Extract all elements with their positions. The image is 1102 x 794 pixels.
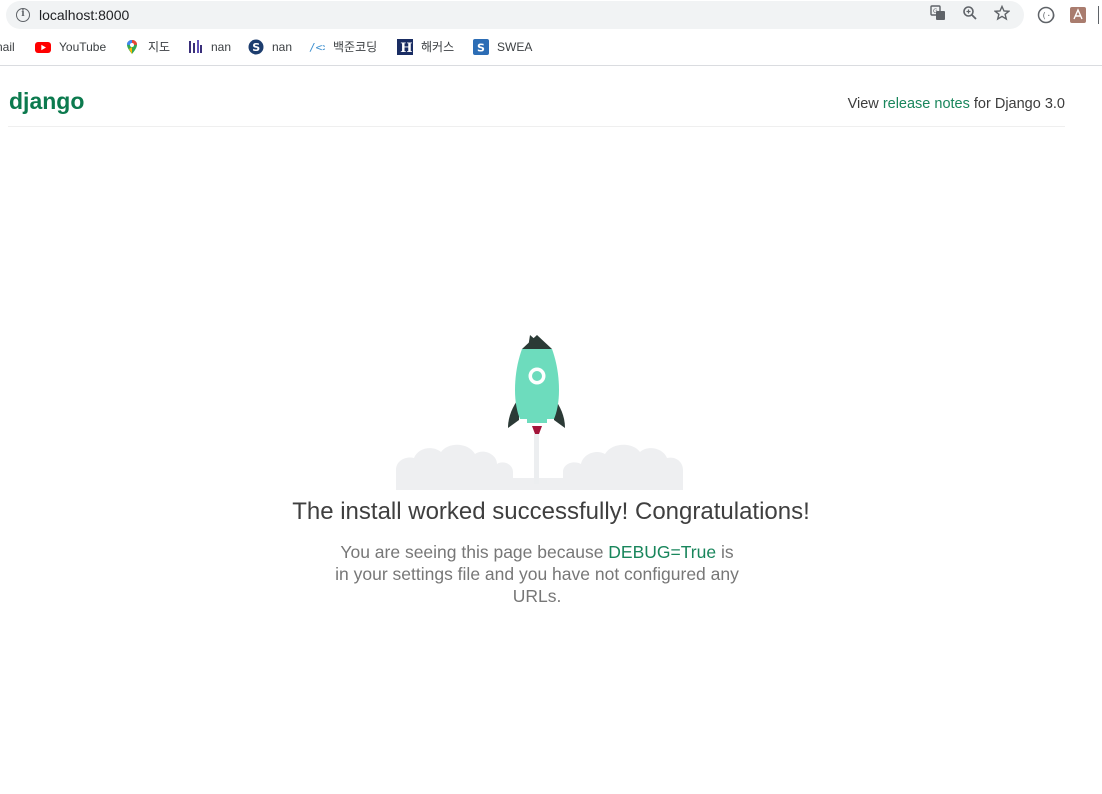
youtube-icon	[35, 39, 51, 55]
h-icon: H	[397, 39, 413, 56]
release-notes-text: View release notes for Django 3.0	[848, 96, 1065, 112]
success-headline: The install worked successfully! Congrat…	[292, 498, 810, 525]
svg-text:H: H	[400, 41, 412, 55]
omnibox-actions: G	[915, 4, 1011, 23]
extension-icon[interactable]: (·)	[1037, 6, 1056, 24]
s-circle-icon: S	[248, 39, 264, 55]
bookmark-item[interactable]: S SWEA	[473, 36, 532, 58]
page-header: django View release notes for Django 3.0	[8, 66, 1065, 127]
s-square-icon: S	[473, 39, 489, 55]
zoom-icon[interactable]	[961, 5, 979, 23]
sub-prefix: You are seeing this page because	[340, 542, 604, 562]
bookmark-item[interactable]: nail	[0, 36, 15, 58]
pdf-extension-icon[interactable]	[1069, 6, 1087, 24]
bookmarks-bar: nail YouTube 지도 nan S nan	[0, 36, 1102, 58]
bookmark-item[interactable]: H 해커스	[397, 36, 454, 58]
release-notes-link[interactable]: release notes	[883, 96, 970, 112]
address-bar[interactable]: i localhost:8000	[6, 1, 1024, 29]
svg-text:S: S	[477, 42, 485, 55]
bookmark-item[interactable]: S nan	[248, 36, 292, 58]
svg-text:/<>: /<>	[309, 41, 325, 54]
bookmark-icon	[187, 39, 203, 55]
django-logo[interactable]: django	[9, 88, 84, 115]
bookmark-item[interactable]: YouTube	[35, 36, 106, 58]
browser-chrome: i localhost:8000 G (·) nail YouTube	[0, 0, 1102, 66]
svg-text:S: S	[252, 41, 260, 54]
url-text[interactable]: localhost:8000	[39, 7, 129, 23]
svg-text:G: G	[933, 8, 938, 15]
menu-edge	[1098, 6, 1099, 24]
debug-setting: DEBUG=True	[608, 542, 717, 562]
maps-icon	[124, 39, 140, 55]
rocket-illustration	[393, 330, 685, 494]
bookmark-item[interactable]: 지도	[124, 36, 170, 58]
cloud-icon	[396, 444, 683, 490]
debug-explanation: You are seeing this page because DEBUG=T…	[334, 541, 740, 607]
code-icon: /<>	[309, 39, 329, 55]
translate-icon[interactable]: G	[929, 5, 947, 23]
svg-text:(·): (·)	[1042, 11, 1055, 20]
rocket-icon	[508, 335, 565, 434]
release-prefix: View	[847, 96, 879, 112]
bookmark-item[interactable]: /<> 백준코딩	[309, 36, 377, 58]
star-icon[interactable]	[993, 4, 1011, 23]
bookmark-item[interactable]: nan	[187, 36, 231, 58]
info-icon[interactable]: i	[16, 8, 30, 22]
release-suffix: for Django 3.0	[973, 96, 1065, 112]
exhaust-trail	[534, 434, 539, 484]
